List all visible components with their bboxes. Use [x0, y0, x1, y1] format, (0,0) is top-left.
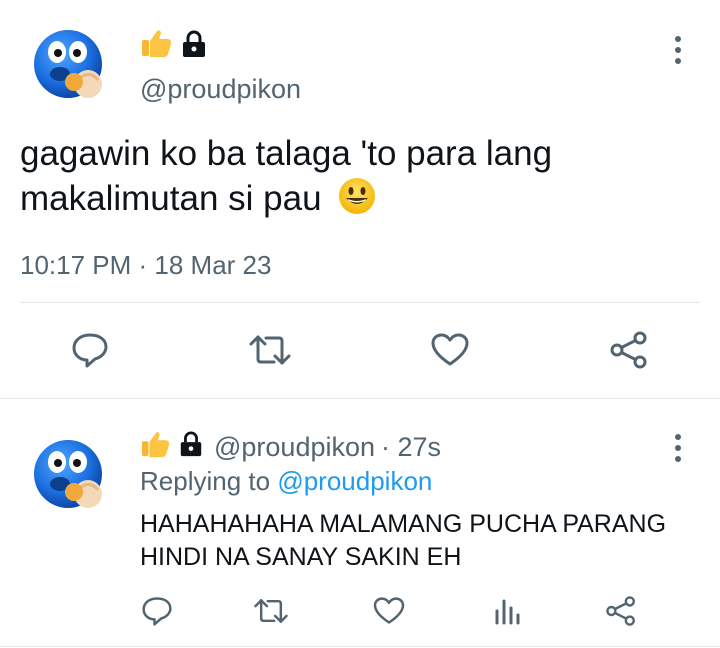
share-icon[interactable] [604, 594, 638, 628]
tweet-timestamp[interactable]: 10:17 PM · 18 Mar 23 [20, 250, 271, 281]
display-name-badges [140, 28, 208, 64]
avatar[interactable] [30, 432, 110, 518]
reply-text: HAHAHAHAHA MALAMANG PUCHA PARANG HINDI N… [140, 510, 667, 571]
grinning-face-icon [337, 176, 377, 227]
lock-icon [178, 431, 204, 464]
more-options-icon[interactable] [674, 434, 682, 462]
more-options-icon[interactable] [674, 36, 682, 64]
reply-icon[interactable] [140, 594, 174, 628]
tweet-text: gagawin ko ba talaga 'to para lang makal… [20, 132, 700, 227]
lock-icon [180, 30, 208, 63]
relative-time[interactable]: · 27s [381, 432, 441, 463]
reply-icon[interactable] [70, 330, 110, 370]
section-divider [0, 398, 720, 399]
like-icon[interactable] [372, 594, 406, 628]
author-handle[interactable]: @proudpikon [214, 432, 375, 463]
divider [20, 302, 700, 303]
replying-to-handle-link[interactable]: @proudpikon [277, 466, 432, 496]
share-icon[interactable] [608, 330, 650, 370]
author-handle[interactable]: @proudpikon [140, 74, 301, 105]
retweet-icon[interactable] [252, 594, 290, 628]
thumbs-up-icon [140, 28, 172, 64]
reply-header: @proudpikon · 27s [140, 430, 441, 465]
replying-to: Replying to @proudpikon [140, 466, 433, 496]
retweet-icon[interactable] [248, 330, 292, 370]
views-icon[interactable] [490, 594, 524, 628]
bottom-divider [0, 646, 720, 647]
avatar[interactable] [30, 22, 110, 108]
thumbs-up-icon [140, 430, 170, 465]
like-icon[interactable] [430, 330, 470, 370]
